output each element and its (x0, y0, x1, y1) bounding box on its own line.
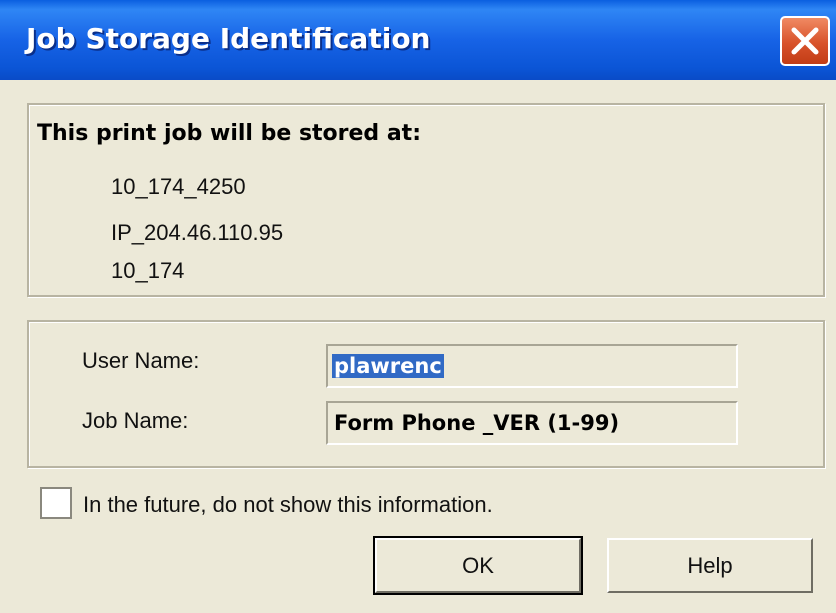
dont-show-checkbox[interactable] (40, 487, 72, 519)
close-button[interactable] (780, 16, 830, 66)
help-button[interactable]: Help (607, 538, 813, 593)
title-bar[interactable]: Job Storage Identification (0, 0, 836, 80)
storage-location-line: 10_174_4250 (111, 174, 246, 199)
job-identification-group (27, 320, 825, 468)
storage-heading: This print job will be stored at: (37, 121, 422, 146)
ok-button[interactable]: OK (373, 536, 583, 595)
user-name-value: plawrenc (332, 354, 444, 378)
close-icon (791, 27, 819, 55)
job-name-field[interactable]: Form Phone _VER (1-99) (326, 401, 738, 445)
user-name-label: User Name: (82, 348, 200, 373)
storage-location-line: IP_204.46.110.95 (111, 220, 284, 245)
window-title: Job Storage Identification (26, 22, 431, 55)
job-name-value: Form Phone _VER (1-99) (334, 411, 620, 435)
job-name-label: Job Name: (82, 408, 189, 433)
storage-location-line: 10_174 (111, 258, 185, 283)
dont-show-label[interactable]: In the future, do not show this informat… (83, 492, 493, 518)
user-name-field[interactable]: plawrenc (326, 344, 738, 388)
job-storage-dialog: Job Storage Identification This print jo… (0, 0, 836, 613)
